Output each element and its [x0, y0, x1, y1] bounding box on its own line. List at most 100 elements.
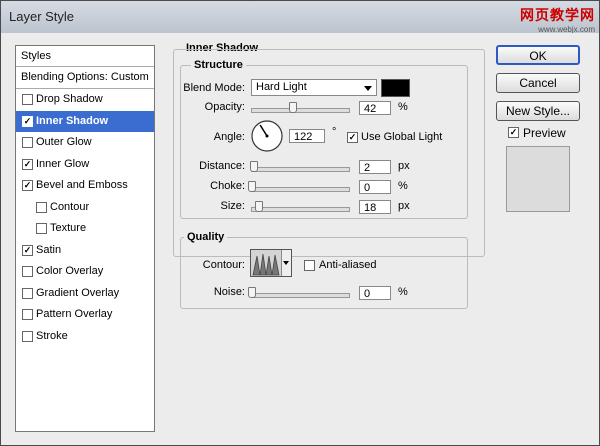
dialog-body: Styles Blending Options: Custom Drop Sha…: [1, 33, 599, 445]
quality-group: [180, 237, 468, 309]
distance-slider-thumb[interactable]: [249, 161, 258, 172]
style-item-bevel-and-emboss[interactable]: ✓ Bevel and Emboss: [16, 175, 154, 197]
style-item-label: Inner Glow: [36, 157, 90, 170]
style-item-label: Outer Glow: [36, 136, 92, 148]
angle-label: Angle:: [213, 131, 245, 143]
distance-slider-track[interactable]: [251, 167, 350, 172]
style-item-label: Color Overlay: [36, 265, 104, 277]
style-item-inner-glow[interactable]: ✓ Inner Glow: [16, 154, 154, 176]
use-global-light-label: Use Global Light: [361, 131, 443, 143]
use-global-light-checkbox[interactable]: ✓: [347, 132, 358, 143]
noise-slider-track[interactable]: [251, 293, 350, 298]
styles-panel: Styles Blending Options: Custom Drop Sha…: [15, 45, 155, 432]
style-item-label: Texture: [50, 222, 87, 234]
style-item-label: Pattern Overlay: [36, 308, 113, 320]
check-icon: ✓: [509, 127, 518, 137]
style-item-label: Satin: [36, 243, 62, 256]
preview-checkbox[interactable]: ✓: [508, 127, 519, 138]
opacity-input[interactable]: 42: [359, 101, 391, 115]
style-item-label: Bevel and Emboss: [36, 179, 128, 191]
quality-title: Quality: [184, 231, 228, 243]
angle-dial-center: [265, 134, 269, 138]
chevron-down-icon: [364, 86, 372, 91]
opacity-slider-track[interactable]: [251, 108, 350, 113]
size-label: Size:: [220, 200, 245, 212]
style-item-gradient-overlay[interactable]: Gradient Overlay: [16, 283, 154, 305]
contour-curve-icon: [251, 250, 281, 276]
shadow-color-swatch[interactable]: [381, 79, 410, 97]
style-list: Drop Shadow ✓ Inner Shadow Outer Glow ✓ Inner…: [16, 89, 154, 347]
contour-label: Contour:: [202, 259, 245, 271]
choke-input[interactable]: 0: [359, 180, 391, 194]
angle-input[interactable]: 122: [289, 129, 325, 143]
noise-slider-thumb[interactable]: [248, 287, 256, 298]
style-item-drop-shadow[interactable]: Drop Shadow: [16, 89, 154, 111]
angle-dial[interactable]: [250, 119, 284, 153]
styles-header[interactable]: Styles: [16, 46, 154, 67]
anti-aliased-label: Anti-aliased: [319, 259, 377, 271]
size-unit: px: [398, 200, 410, 212]
style-item-pattern-overlay[interactable]: Pattern Overlay: [16, 304, 154, 326]
check-icon: ✓: [348, 132, 357, 142]
size-slider-track[interactable]: [251, 207, 350, 212]
style-item-stroke[interactable]: Stroke: [16, 326, 154, 348]
style-item-label: Stroke: [36, 329, 68, 342]
title-bar: Layer Style 网页教学网 www.webjx.com: [1, 1, 599, 34]
satin-checkbox[interactable]: ✓: [22, 244, 33, 256]
gradient-overlay-checkbox[interactable]: [22, 287, 33, 299]
outer-glow-checkbox[interactable]: [22, 137, 33, 148]
blend-mode-value: Hard Light: [256, 81, 307, 93]
contour-checkbox[interactable]: [36, 201, 47, 213]
style-item-inner-shadow[interactable]: ✓ Inner Shadow: [16, 110, 154, 132]
structure-title: Structure: [191, 59, 246, 71]
style-item-color-overlay[interactable]: Color Overlay: [16, 261, 154, 283]
style-item-texture[interactable]: Texture: [16, 218, 154, 240]
choke-slider-track[interactable]: [251, 187, 350, 192]
cancel-button[interactable]: Cancel: [496, 73, 580, 93]
preview-label: Preview: [523, 126, 566, 140]
style-item-contour[interactable]: Contour: [16, 197, 154, 219]
pattern-overlay-checkbox[interactable]: [22, 309, 33, 320]
size-input[interactable]: 18: [359, 200, 391, 214]
opacity-label: Opacity:: [204, 101, 245, 113]
blend-mode-label: Blend Mode:: [183, 82, 245, 94]
new-style-button[interactable]: New Style...: [496, 101, 580, 121]
stroke-checkbox[interactable]: [22, 330, 33, 342]
blend-mode-select[interactable]: Hard Light: [251, 79, 377, 96]
preview-thumbnail: [506, 146, 570, 212]
noise-unit: %: [398, 286, 408, 298]
angle-unit: °: [332, 126, 337, 138]
opacity-slider-thumb[interactable]: [288, 102, 297, 113]
bevel-and-emboss-checkbox[interactable]: ✓: [22, 180, 33, 191]
window-title: Layer Style: [9, 9, 75, 24]
drop-shadow-checkbox[interactable]: [22, 94, 33, 105]
distance-unit: px: [398, 160, 410, 172]
noise-input[interactable]: 0: [359, 286, 391, 300]
style-item-label: Drop Shadow: [36, 93, 103, 105]
color-overlay-checkbox[interactable]: [22, 266, 33, 277]
contour-picker[interactable]: [250, 249, 292, 277]
ok-button[interactable]: OK: [496, 45, 580, 65]
anti-aliased-checkbox[interactable]: [304, 260, 315, 271]
style-item-outer-glow[interactable]: Outer Glow: [16, 132, 154, 154]
texture-checkbox[interactable]: [36, 223, 47, 234]
size-slider-thumb[interactable]: [254, 201, 263, 212]
watermark: 网页教学网 www.webjx.com: [520, 5, 595, 34]
style-item-label: Gradient Overlay: [36, 286, 120, 299]
watermark-text: 网页教学网: [520, 7, 595, 23]
style-item-satin[interactable]: ✓ Satin: [16, 240, 154, 262]
inner-shadow-checkbox[interactable]: ✓: [22, 115, 33, 127]
choke-label: Choke:: [210, 180, 245, 192]
style-item-label: Inner Shadow: [36, 114, 109, 127]
style-item-label: Contour: [50, 200, 90, 213]
noise-label: Noise:: [213, 286, 245, 298]
distance-label: Distance:: [199, 160, 245, 172]
opacity-unit: %: [398, 101, 408, 113]
distance-input[interactable]: 2: [359, 160, 391, 174]
choke-slider-thumb[interactable]: [248, 181, 256, 192]
inner-glow-checkbox[interactable]: ✓: [22, 158, 33, 170]
layer-style-dialog: Layer Style 网页教学网 www.webjx.com Styles B…: [0, 0, 600, 446]
blending-options-item[interactable]: Blending Options: Custom: [16, 67, 154, 89]
chevron-down-icon: [283, 261, 289, 265]
contour-dropdown-button[interactable]: [281, 250, 291, 276]
